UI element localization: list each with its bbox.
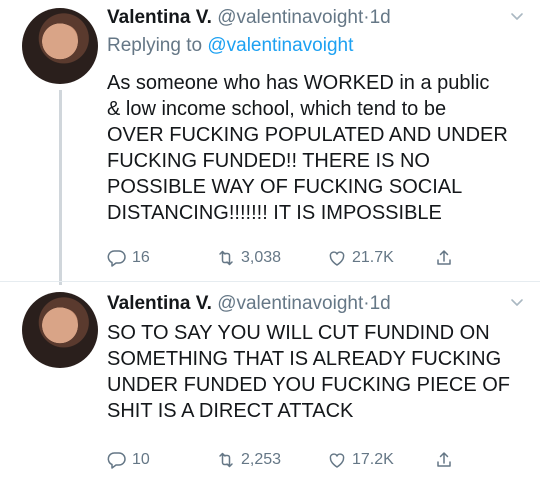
retweet-button[interactable]: 2,253 (216, 450, 281, 470)
avatar[interactable] (22, 292, 98, 368)
avatar[interactable] (22, 8, 98, 84)
retweet-icon (219, 452, 233, 468)
tweet-actions: 10 2,253 17.2K (107, 450, 527, 474)
chevron-down-icon[interactable] (510, 10, 524, 24)
reply-icon (107, 452, 126, 469)
like-button[interactable]: 17.2K (327, 450, 394, 470)
thread-line (59, 90, 62, 285)
like-count: 21.7K (352, 249, 394, 266)
chevron-down-icon[interactable] (510, 296, 524, 310)
retweet-count: 3,038 (241, 249, 282, 266)
user-handle[interactable]: @valentinavoight (217, 293, 363, 314)
like-icon (329, 251, 345, 266)
tweet-header: Valentina V. @valentinavoight·1d (107, 292, 391, 316)
retweet-count: 2,253 (241, 451, 282, 468)
tweet-text: SO TO SAY YOU WILL CUT FUNDIND ON SOMETH… (107, 322, 510, 422)
reply-icon (107, 250, 126, 267)
tweet[interactable]: Valentina V. @valentinavoight·1d SO TO S… (0, 282, 540, 481)
reply-button[interactable]: 16 (107, 248, 150, 268)
replying-to: Replying to @valentinavoight (107, 34, 353, 58)
timestamp[interactable]: 1d (370, 7, 391, 28)
tweet[interactable]: Valentina V. @valentinavoight·1d Replyin… (0, 0, 540, 285)
like-count: 17.2K (352, 451, 394, 468)
tweet-header: Valentina V. @valentinavoight·1d (107, 6, 391, 30)
replying-to-label: Replying to (107, 35, 203, 56)
timestamp[interactable]: 1d (370, 293, 391, 314)
share-icon (437, 250, 451, 265)
reply-count: 16 (132, 249, 150, 266)
like-button[interactable]: 21.7K (327, 248, 394, 268)
replying-to-handle[interactable]: @valentinavoight (207, 35, 353, 56)
tweet-actions: 16 3,038 21.7K (107, 248, 527, 272)
share-button[interactable] (434, 450, 454, 470)
share-icon (437, 452, 451, 467)
like-icon (329, 453, 345, 468)
share-button[interactable] (434, 248, 454, 268)
reply-count: 10 (132, 451, 150, 468)
display-name[interactable]: Valentina V. (107, 293, 212, 314)
tweet-text: As someone who has WORKED in a public & … (107, 72, 508, 224)
user-handle[interactable]: @valentinavoight (217, 7, 363, 28)
reply-button[interactable]: 10 (107, 450, 150, 470)
retweet-button[interactable]: 3,038 (216, 248, 281, 268)
display-name[interactable]: Valentina V. (107, 7, 212, 28)
retweet-icon (219, 250, 233, 266)
